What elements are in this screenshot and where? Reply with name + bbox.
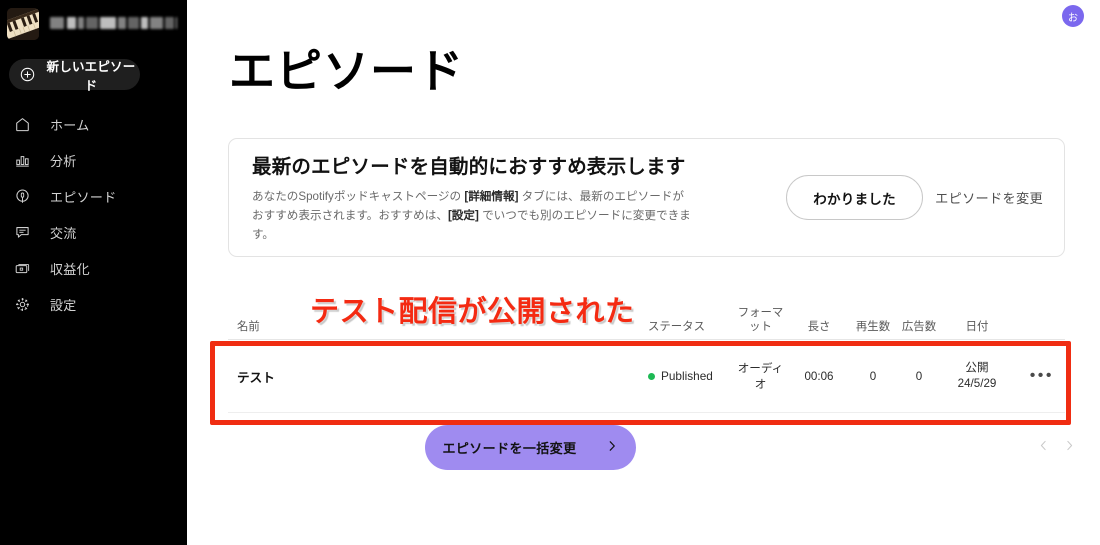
bulk-edit-episodes-button[interactable]: エピソードを一括変更 — [425, 425, 636, 470]
column-header-format: フォーマット — [733, 306, 788, 340]
brand-row[interactable] — [0, 0, 187, 40]
chevron-right-icon — [605, 439, 619, 456]
status-label: Published — [661, 369, 713, 383]
change-episode-link[interactable]: エピソードを変更 — [935, 188, 1043, 207]
column-header-name: 名前 — [237, 321, 260, 333]
gear-icon — [13, 295, 32, 314]
pagination-next-button[interactable] — [1060, 437, 1078, 457]
date-label: 公開 — [965, 361, 989, 375]
plus-circle-icon — [20, 67, 35, 82]
format-value: オーディオ — [737, 362, 784, 391]
sidebar-item-label: エピソード — [50, 189, 117, 205]
sidebar-item-analytics[interactable]: 分析 — [0, 142, 187, 178]
notice-body: あなたのSpotifyポッドキャストページの [詳細情報] タブには、最新のエピ… — [252, 188, 692, 244]
episode-title: テスト — [237, 370, 275, 385]
table-row[interactable]: テスト Published オーディオ 00:06 0 0 公開 24/5/29… — [228, 340, 1065, 413]
date-value: 24/5/29 — [957, 377, 997, 390]
chevron-left-icon — [1037, 439, 1050, 455]
ellipsis-icon[interactable]: ••• — [1030, 367, 1054, 384]
new-episode-button[interactable]: 新しいエピソード — [9, 59, 140, 93]
notice-text-block: 最新のエピソードを自動的におすすめ表示します あなたのSpotifyポッドキャス… — [229, 150, 786, 244]
notice-body-tag-settings: [設定] — [447, 209, 479, 223]
sidebar-nav: ホーム 分析 エピソード 交流 収益化 設定 — [0, 106, 187, 322]
episodes-table: 名前 ステータス フォーマット 長さ 再生数 広告数 日付 テスト Publis… — [228, 290, 1065, 413]
cell-status: Published — [648, 369, 733, 383]
avatar-initial: お — [1068, 12, 1078, 24]
sidebar-item-home[interactable]: ホーム — [0, 106, 187, 142]
sidebar-item-label: 交流 — [50, 225, 77, 241]
cell-length: 00:06 — [804, 369, 834, 383]
notice-body-line2-a: おすすめ表示されます。おすすめは、 — [252, 209, 448, 223]
column-header-plays-text: 再生数 — [855, 320, 891, 333]
column-header-length: 長さ — [807, 320, 831, 333]
home-icon — [13, 115, 32, 134]
app-root: 新しいエピソード ホーム 分析 エピソード 交流 収益化 設定 お エピソード … — [0, 0, 1100, 545]
notice-body-line1-c: タブには、最新のエピソードが — [518, 190, 684, 204]
cell-episode-name[interactable]: テスト — [228, 367, 648, 386]
pagination-prev-button[interactable] — [1034, 437, 1052, 457]
chevron-right-icon — [1063, 439, 1076, 455]
recommendation-notice-card: 最新のエピソードを自動的におすすめ表示します あなたのSpotifyポッドキャス… — [228, 138, 1065, 257]
acknowledge-button[interactable]: わかりました — [786, 175, 924, 220]
sidebar-item-interact[interactable]: 交流 — [0, 214, 187, 250]
column-header-date: 日付 — [965, 320, 989, 333]
table-header-row: 名前 ステータス フォーマット 長さ 再生数 広告数 日付 — [228, 290, 1065, 340]
sidebar-item-label: 分析 — [50, 153, 77, 169]
bar-chart-icon — [13, 151, 32, 170]
main-content: お エピソード 最新のエピソードを自動的におすすめ表示します あなたのSpoti… — [187, 0, 1100, 545]
bulk-edit-label: エピソードを一括変更 — [442, 441, 577, 456]
avatar[interactable]: お — [1062, 5, 1084, 27]
sidebar: 新しいエピソード ホーム 分析 エピソード 交流 収益化 設定 — [0, 0, 187, 545]
column-header-ads: 広告数 — [896, 320, 942, 339]
pagination — [1034, 437, 1078, 457]
cell-date: 公開 24/5/29 — [942, 360, 1012, 391]
status-dot-icon — [648, 372, 655, 380]
column-header-format-text: フォーマット — [737, 306, 784, 333]
cell-plays: 0 — [869, 369, 877, 383]
sidebar-item-episodes[interactable]: エピソード — [0, 178, 187, 214]
piano-keyboard-thumbnail — [7, 7, 39, 40]
cell-actions: ••• — [1012, 367, 1065, 385]
sidebar-item-label: 設定 — [50, 297, 77, 313]
sidebar-item-monetization[interactable]: 収益化 — [0, 250, 187, 286]
sidebar-item-label: 収益化 — [50, 261, 90, 277]
speech-bubble-icon — [13, 223, 32, 242]
podcast-title-redacted — [48, 13, 177, 35]
column-header-plays: 再生数 — [850, 320, 896, 339]
notice-actions: わかりました エピソードを変更 — [786, 175, 1064, 220]
notice-heading: 最新のエピソードを自動的におすすめ表示します — [252, 156, 686, 179]
column-header-ads-text: 広告数 — [901, 320, 937, 333]
page-title: エピソード — [229, 45, 464, 97]
sidebar-item-settings[interactable]: 設定 — [0, 286, 187, 322]
money-card-icon — [13, 259, 32, 278]
microphone-circle-icon — [13, 187, 32, 206]
notice-body-tag-details: [詳細情報] — [464, 190, 519, 204]
cell-ads: 0 — [915, 369, 923, 383]
notice-body-line1-a: あなたのSpotifyポッドキャストページの — [252, 190, 465, 204]
column-header-status: ステータス — [648, 320, 705, 333]
cell-format: オーディオ — [733, 360, 788, 392]
new-episode-label: 新しいエピソード — [46, 59, 136, 93]
sidebar-item-label: ホーム — [50, 117, 90, 133]
